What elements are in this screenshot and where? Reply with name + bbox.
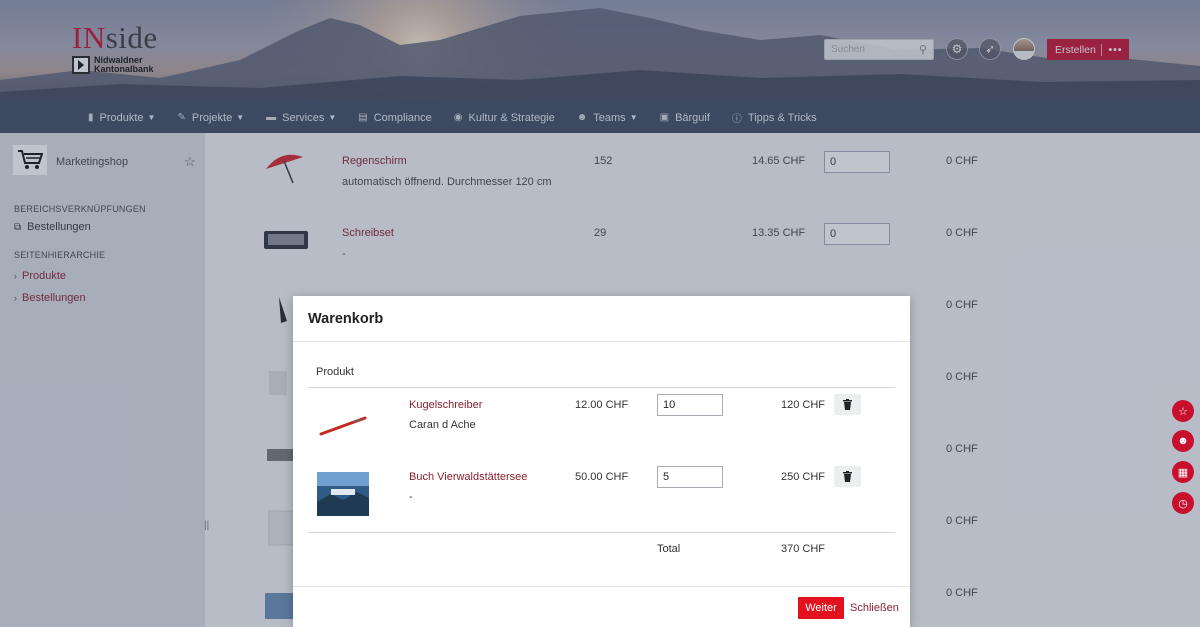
divider <box>308 387 895 388</box>
modal-footer: Weiter Schließen <box>293 586 910 627</box>
pen-image <box>319 416 367 436</box>
quantity-input[interactable] <box>657 466 723 488</box>
cart-item-name[interactable]: Buch Vierwaldstättersee <box>409 471 527 483</box>
column-header-product: Produkt <box>316 366 354 378</box>
delete-button[interactable] <box>834 394 861 415</box>
cart-item-price: 12.00 CHF <box>575 399 629 411</box>
users-icon[interactable]: ☻ <box>1172 430 1194 452</box>
cart-modal: Warenkorb Produkt Kugelschreiber Caran d… <box>293 296 910 627</box>
book-cover-image <box>317 472 369 516</box>
delete-button[interactable] <box>834 466 861 487</box>
cart-item-sum: 250 CHF <box>781 471 826 483</box>
total-value: 370 CHF <box>781 543 826 555</box>
cart-item-description: - <box>409 491 413 503</box>
total-label: Total <box>657 543 681 555</box>
trash-icon <box>843 399 852 410</box>
divider <box>293 341 910 342</box>
next-button[interactable]: Weiter <box>798 597 844 619</box>
trash-icon <box>843 471 852 482</box>
cart-item-sum: 120 CHF <box>781 399 826 411</box>
cart-item-description: Caran d Ache <box>409 419 476 431</box>
close-button[interactable]: Schließen <box>850 602 899 614</box>
divider <box>308 532 895 533</box>
quantity-input[interactable] <box>657 394 723 416</box>
favorite-star-icon[interactable]: ☆ <box>1172 400 1194 422</box>
modal-title: Warenkorb <box>308 311 384 327</box>
cart-item-price: 50.00 CHF <box>575 471 629 483</box>
apps-grid-icon[interactable]: ▦ <box>1172 461 1194 483</box>
cart-item-name[interactable]: Kugelschreiber <box>409 399 482 411</box>
clock-icon[interactable]: ◷ <box>1172 492 1194 514</box>
